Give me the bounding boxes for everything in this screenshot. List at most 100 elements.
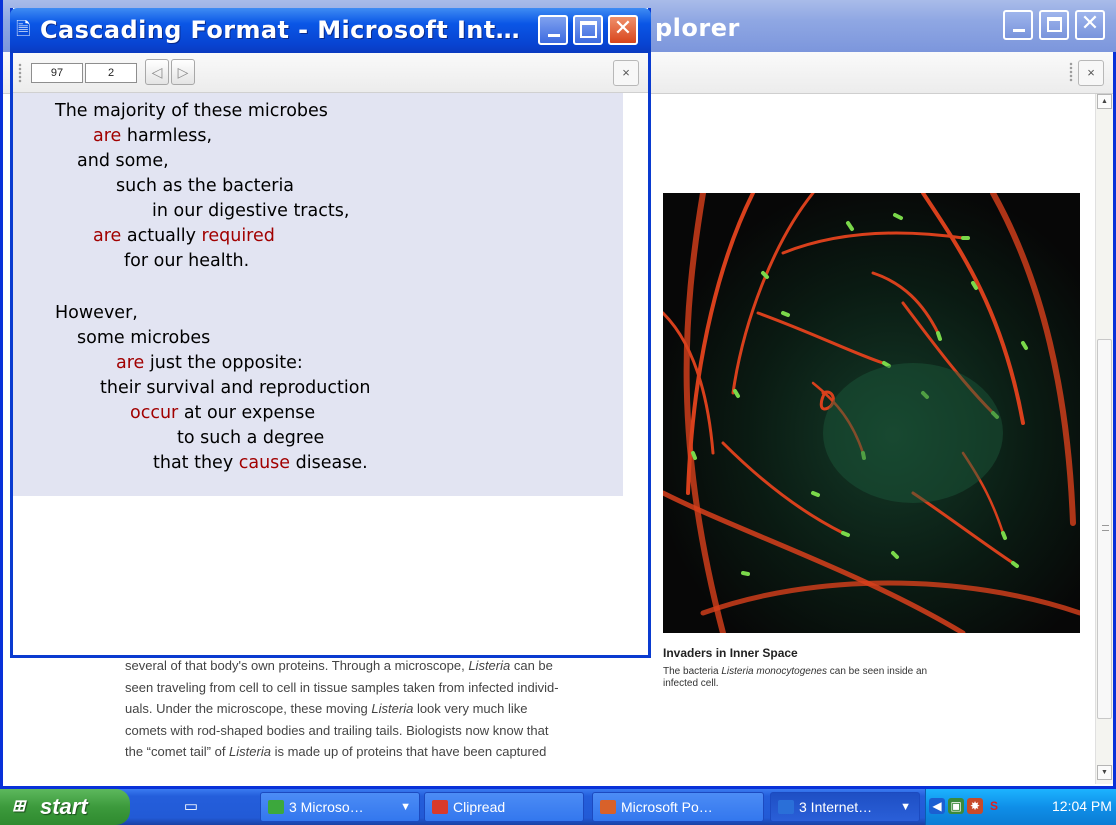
body-text-segment: several of that body's own proteins. Thr… xyxy=(125,658,469,673)
cascade-text-panel: The majority of these microbes are harml… xyxy=(13,93,623,496)
minimize-icon xyxy=(548,34,560,37)
cascade-text: in our digestive tracts, xyxy=(152,201,350,221)
window-title: Cascading Format - Microsoft Int… xyxy=(40,16,521,44)
cascade-text: that they xyxy=(153,453,239,473)
toolbar-grip[interactable] xyxy=(18,63,22,83)
background-maximize-button[interactable] xyxy=(1039,10,1069,40)
taskbar-item-label: Microsoft Po… xyxy=(621,799,713,815)
vertical-scrollbar[interactable]: ▲ ▼ xyxy=(1095,94,1113,784)
background-window-title: plorer xyxy=(655,14,740,42)
scrollbar-grip-icon xyxy=(1102,525,1109,531)
body-text-segment: can be xyxy=(510,658,553,673)
network-icon[interactable]: ▣ xyxy=(948,798,964,814)
cascade-text: disease. xyxy=(290,453,368,473)
cascade-line: However, xyxy=(55,303,138,323)
taskbar-item-label: 3 Internet… xyxy=(799,799,873,815)
background-minimize-button[interactable] xyxy=(1003,10,1033,40)
clock: 12:04 PM xyxy=(1052,798,1112,814)
cascade-line: are harmless, xyxy=(93,126,212,146)
page-number-field[interactable]: 97 xyxy=(31,63,83,83)
cascade-line: and some, xyxy=(77,151,169,171)
cascade-line: occur at our expense xyxy=(130,403,315,423)
cascade-text: for our health. xyxy=(124,251,250,271)
body-line: the “comet tail” of Listeria is made up … xyxy=(125,741,635,763)
right-triangle-icon: ▷ xyxy=(177,64,189,80)
cascading-format-window: 🗎 Cascading Format - Microsoft Int… ✕ 97… xyxy=(10,8,651,658)
ie-page-icon: 🗎 xyxy=(16,19,31,39)
cascade-text: and some, xyxy=(77,151,169,171)
minimize-button[interactable] xyxy=(538,15,568,45)
chevron-down-icon: ▼ xyxy=(900,801,911,813)
close-icon: × xyxy=(622,65,630,80)
security-icon[interactable]: ✸ xyxy=(967,798,983,814)
body-text-italic: Listeria xyxy=(229,744,271,759)
scroll-down-button[interactable]: ▼ xyxy=(1097,765,1112,780)
cascade-text: at our expense xyxy=(178,403,316,423)
cascade-text: some microbes xyxy=(77,328,211,348)
close-button[interactable]: ✕ xyxy=(608,15,638,45)
cascade-verb: are xyxy=(116,353,145,373)
microscope-image-art xyxy=(663,193,1080,633)
caption-text-part: The bacteria xyxy=(663,666,722,677)
tray-back-icon[interactable]: ◀ xyxy=(929,798,945,814)
minimize-icon xyxy=(1013,29,1025,32)
body-text-segment: comets with rod-shaped bodies and traili… xyxy=(125,722,549,738)
taskbar-item-internet-explorer[interactable]: 3 Internet… ▼ xyxy=(770,792,920,822)
cascade-text: However, xyxy=(55,303,138,323)
cascade-text: their survival and reproduction xyxy=(100,378,371,398)
maximize-button[interactable] xyxy=(573,15,603,45)
taskbar-item-clipread[interactable]: Clipread xyxy=(424,792,584,822)
body-text-segment: uals. Under the microscope, these moving xyxy=(125,701,372,716)
previous-button[interactable]: ◁ xyxy=(145,59,169,85)
clipread-app-icon xyxy=(432,800,448,814)
scroll-up-button[interactable]: ▲ xyxy=(1097,94,1112,109)
body-text-segment: the “comet tail” of xyxy=(125,744,230,759)
body-text-italic: Listeria xyxy=(468,658,511,673)
cascade-line: to such a degree xyxy=(177,428,324,448)
show-desktop-icon[interactable]: ▭ xyxy=(180,796,202,818)
windows-logo-icon: ⊞ xyxy=(12,798,26,815)
ie-app-icon xyxy=(778,800,794,814)
taskbar: ⊞ start ▭ 3 Microso… ▼ Clipread Microsof… xyxy=(0,789,1116,825)
close-icon: × xyxy=(1087,65,1095,80)
maximize-icon xyxy=(1047,17,1062,32)
close-icon: ✕ xyxy=(613,16,633,41)
cascade-text: harmless, xyxy=(121,126,213,146)
taskbar-item-powerpoint[interactable]: Microsoft Po… xyxy=(592,792,764,822)
s-app-icon[interactable]: S xyxy=(986,798,1002,814)
body-line: several of that body's own proteins. Thr… xyxy=(125,655,635,677)
start-label: start xyxy=(40,794,88,819)
cascading-title-bar[interactable]: 🗎 Cascading Format - Microsoft Int… ✕ xyxy=(10,8,651,53)
cascade-line: The majority of these microbes xyxy=(55,101,328,121)
left-triangle-icon: ◁ xyxy=(151,64,163,80)
cascade-line: their survival and reproduction xyxy=(100,378,371,398)
body-line: seen traveling from cell to cell in tiss… xyxy=(125,677,635,699)
toolbar-close-button[interactable]: × xyxy=(613,60,639,86)
cascade-verb: cause xyxy=(238,453,291,473)
sub-page-field[interactable]: 2 xyxy=(85,63,137,83)
start-button[interactable]: ⊞ start xyxy=(0,789,130,825)
cascade-line: such as the bacteria xyxy=(116,176,294,196)
next-button[interactable]: ▷ xyxy=(171,59,195,85)
cascade-text: just the opposite: xyxy=(144,353,303,373)
background-toolbar-close-button[interactable]: × xyxy=(1078,60,1104,86)
cascade-text: The majority of these microbes xyxy=(55,101,328,121)
chevron-down-icon: ▼ xyxy=(400,801,411,813)
scrollbar-thumb[interactable] xyxy=(1097,339,1112,719)
powerpoint-app-icon xyxy=(600,800,616,814)
taskbar-item-microsoft-office[interactable]: 3 Microso… ▼ xyxy=(260,792,420,822)
cascade-line: some microbes xyxy=(77,328,210,348)
cascading-toolbar: 97 2 ◁ ▷ × xyxy=(13,53,648,93)
cascade-line: are actually required xyxy=(93,226,275,246)
toolbar-grip[interactable] xyxy=(1069,62,1073,82)
taskbar-item-label: Clipread xyxy=(453,799,506,815)
scroll-down-icon: ▼ xyxy=(1101,769,1108,776)
cascade-text: to such a degree xyxy=(177,428,325,448)
maximize-icon xyxy=(580,21,597,38)
body-line: uals. Under the microscope, these moving… xyxy=(125,698,635,720)
office-app-icon xyxy=(268,800,284,814)
cascade-text: such as the bacteria xyxy=(116,176,295,196)
background-close-button[interactable]: ✕ xyxy=(1075,10,1105,40)
article-body-text: several of that body's own proteins. Thr… xyxy=(125,655,635,763)
body-line: comets with rod-shaped bodies and traili… xyxy=(125,720,635,742)
